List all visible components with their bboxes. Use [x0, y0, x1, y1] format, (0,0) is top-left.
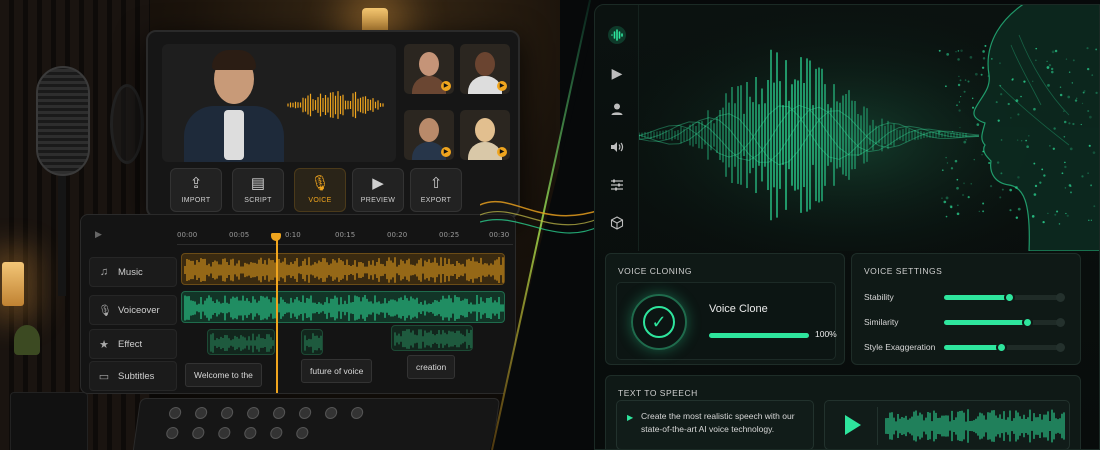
- studio-scene: ▶ ▶ ▶ ▶ ⇪ IMPORT ▤ SCRIPT 🎙 VOICE ▶ PREV…: [0, 0, 560, 450]
- stability-slider[interactable]: [944, 292, 1065, 303]
- coffee-mug: [10, 392, 88, 450]
- panel-title: VOICE CLONING: [618, 266, 693, 276]
- play-icon[interactable]: ▶: [441, 147, 451, 157]
- audio-mixer: [131, 398, 501, 450]
- app-sidebar: ▶: [595, 5, 639, 251]
- export-button[interactable]: ⇧ EXPORT: [410, 168, 462, 212]
- avatar-thumbnail[interactable]: ▶: [460, 110, 510, 160]
- avatar-thumbnail[interactable]: ▶: [404, 44, 454, 94]
- track-music[interactable]: ♫ Music: [89, 257, 177, 287]
- music-note-icon: ♫: [99, 266, 109, 278]
- similarity-label: Similarity: [864, 317, 899, 327]
- waveform-logo-icon[interactable]: [607, 25, 627, 45]
- caret-icon: ▶: [627, 413, 634, 422]
- voice-cloning-panel: VOICE CLONING ✓ Voice Clone 100%: [605, 253, 845, 365]
- voiceover-waveform: [184, 295, 504, 321]
- music-waveform: [184, 257, 504, 283]
- preview-button[interactable]: ▶ PREVIEW: [352, 168, 404, 212]
- preview-waveform: [287, 91, 384, 119]
- similarity-slider[interactable]: [944, 317, 1065, 328]
- effect-waveform: [210, 333, 274, 353]
- plant: [14, 325, 40, 355]
- subtitle-clip[interactable]: future of voice: [301, 359, 373, 383]
- voiceover-clip[interactable]: [181, 291, 505, 323]
- music-clip[interactable]: [181, 253, 505, 285]
- main-video-preview[interactable]: [162, 44, 396, 162]
- voice-button[interactable]: 🎙 VOICE: [294, 168, 346, 212]
- tts-text-input[interactable]: ▶ Create the most realistic speech with …: [616, 400, 814, 449]
- cube-icon[interactable]: [607, 215, 627, 235]
- presenter-hair: [212, 50, 256, 70]
- track-voiceover[interactable]: 🎙 Voiceover: [89, 295, 177, 325]
- side-lamp: [2, 262, 24, 306]
- studio-microphone: [36, 66, 90, 176]
- slider-thumb[interactable]: [1003, 292, 1015, 303]
- voice-visualization: [639, 5, 1099, 251]
- play-icon: ▶: [372, 175, 384, 192]
- avatar-thumbnail[interactable]: ▶: [404, 110, 454, 160]
- microphone-icon: 🎙: [98, 304, 112, 317]
- editor-monitor: ▶ ▶ ▶ ▶ ⇪ IMPORT ▤ SCRIPT 🎙 VOICE ▶ PREV…: [146, 30, 520, 218]
- slider-thumb[interactable]: [1021, 317, 1033, 328]
- divider: [877, 407, 878, 445]
- upload-icon: ⇪: [189, 175, 203, 192]
- effect-waveform: [304, 333, 322, 353]
- speaker-icon[interactable]: [607, 139, 627, 159]
- effect-clip[interactable]: [391, 325, 473, 351]
- stability-label: Stability: [864, 292, 894, 302]
- clone-progress-text: 100%: [815, 329, 837, 339]
- subtitle-clip[interactable]: Welcome to the: [185, 363, 262, 387]
- microphone-icon: 🎙: [310, 175, 330, 192]
- subtitle-clip[interactable]: creation: [407, 355, 456, 379]
- clone-indicator: ✓: [631, 294, 687, 350]
- clone-status-card: ✓ Voice Clone 100%: [616, 282, 837, 360]
- slider-end: [1056, 343, 1065, 352]
- timeline-panel: ▶ 00:00 00:05 0:10 00:15 00:20 00:25 00:…: [80, 214, 516, 394]
- subtitles-icon: ▭: [98, 370, 110, 383]
- play-icon[interactable]: ▶: [497, 81, 507, 91]
- script-button[interactable]: ▤ SCRIPT: [232, 168, 284, 212]
- effect-waveform: [394, 329, 472, 349]
- text-to-speech-panel: TEXT TO SPEECH ▶ Create the most realist…: [605, 375, 1081, 449]
- slider-end: [1056, 293, 1065, 302]
- timeline-ruler[interactable]: 00:00 00:05 0:10 00:15 00:20 00:25 00:30: [177, 225, 513, 245]
- effect-clip[interactable]: [207, 329, 275, 355]
- tts-waveform: [885, 409, 1065, 443]
- pop-filter: [110, 84, 144, 164]
- tts-audio-player: [824, 400, 1070, 449]
- clone-label: Voice Clone: [709, 303, 768, 315]
- panel-title: TEXT TO SPEECH: [618, 388, 698, 398]
- play-icon[interactable]: ▶: [441, 81, 451, 91]
- voice-ai-app: ▶ VOICE CLONING ✓ Voice Clone 100% VOICE…: [594, 4, 1100, 450]
- checkmark-icon: ✓: [643, 306, 675, 338]
- play-button[interactable]: [845, 415, 861, 435]
- star-icon: ★: [99, 338, 109, 351]
- clone-progress-bar: [709, 333, 809, 338]
- export-icon: ⇧: [429, 175, 443, 192]
- presenter-shirt: [224, 110, 244, 160]
- import-button[interactable]: ⇪ IMPORT: [170, 168, 222, 212]
- style-exaggeration-label: Style Exaggeration: [864, 342, 936, 352]
- voice-settings-panel: VOICE SETTINGS Stability Similarity Styl…: [851, 253, 1081, 365]
- play-icon[interactable]: ▶: [607, 63, 627, 83]
- slider-thumb[interactable]: [995, 342, 1007, 353]
- playhead[interactable]: [276, 235, 278, 393]
- play-icon[interactable]: ▶: [497, 147, 507, 157]
- sliders-icon[interactable]: [607, 177, 627, 197]
- slider-end: [1056, 318, 1065, 327]
- track-subtitles[interactable]: ▭ Subtitles: [89, 361, 177, 391]
- document-icon: ▤: [250, 175, 266, 192]
- track-effect[interactable]: ★ Effect: [89, 329, 177, 359]
- style-exaggeration-slider[interactable]: [944, 342, 1065, 353]
- panel-title: VOICE SETTINGS: [864, 266, 943, 276]
- user-icon[interactable]: [607, 101, 627, 121]
- effect-clip[interactable]: [301, 329, 323, 355]
- play-icon[interactable]: ▶: [95, 229, 102, 240]
- microphone-arm: [58, 176, 66, 296]
- avatar-thumbnail[interactable]: ▶: [460, 44, 510, 94]
